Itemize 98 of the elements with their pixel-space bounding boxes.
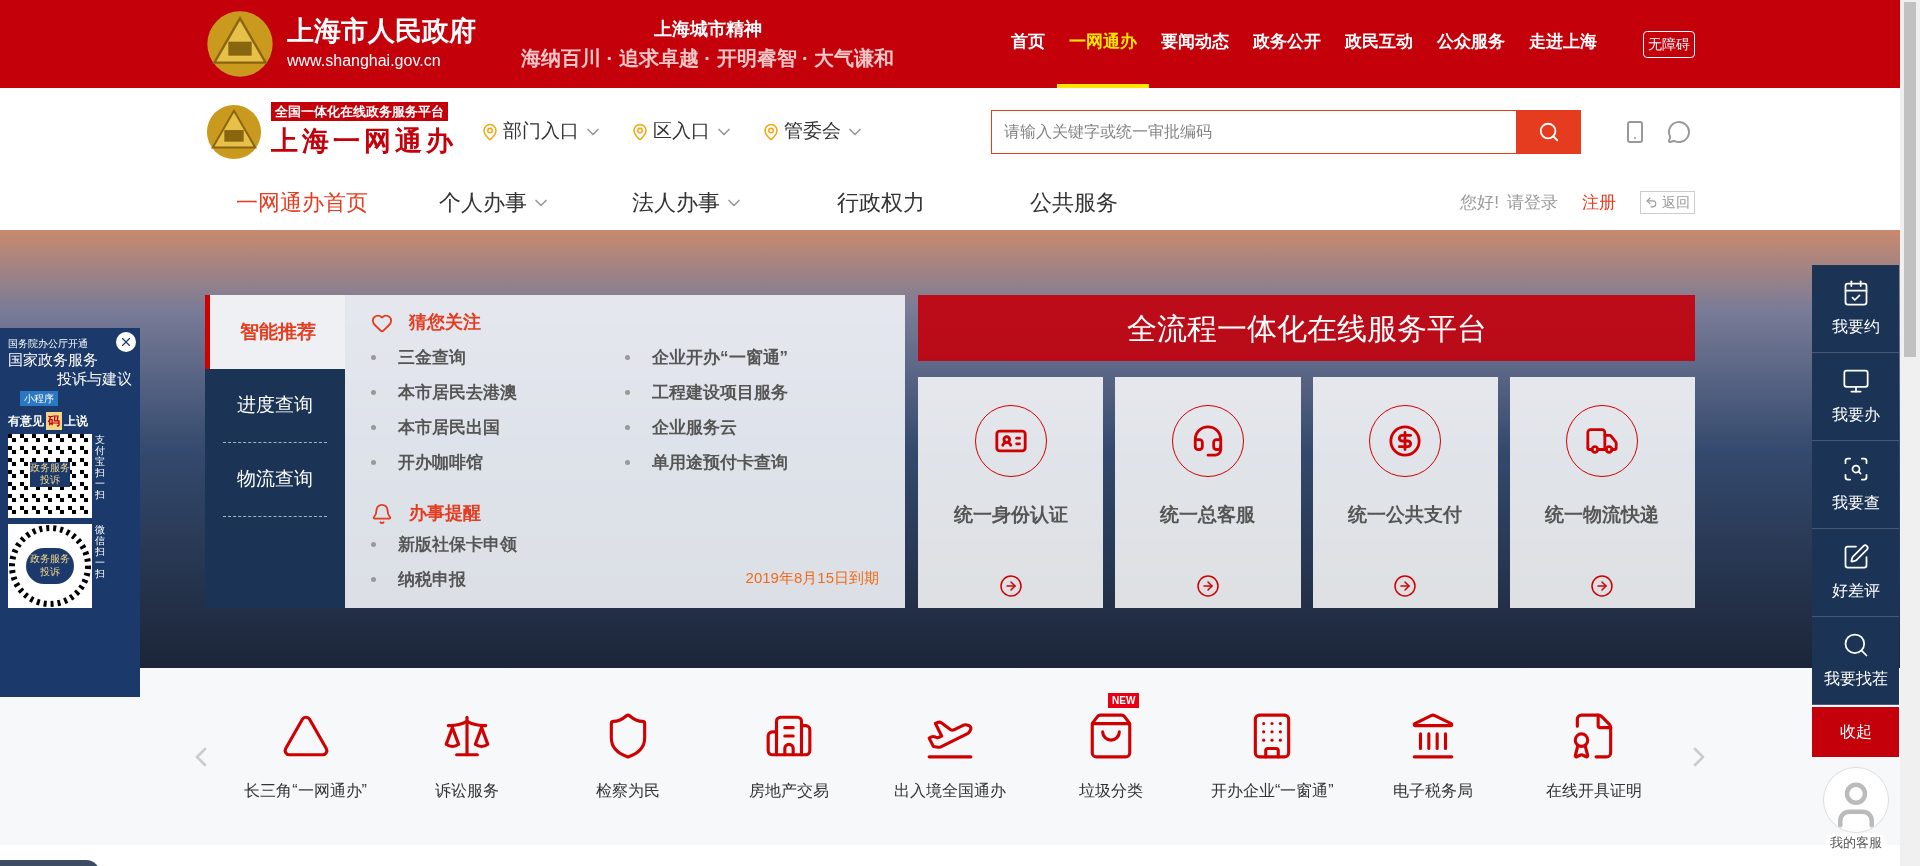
- accessibility-button[interactable]: 无障碍: [1643, 30, 1695, 58]
- entry-dropdown[interactable]: 部门入口: [481, 117, 603, 146]
- bullet-icon: [371, 355, 376, 360]
- scan-hint: 支付宝扫一扫: [95, 433, 105, 502]
- bullet-icon: [371, 425, 376, 430]
- ad-slogan-key: 码: [46, 411, 62, 430]
- location-pin-icon: [762, 122, 780, 141]
- top-nav-link[interactable]: 首页: [999, 0, 1057, 88]
- platform-badge: 全国一体化在线政务服务平台: [271, 101, 448, 121]
- recommend-link[interactable]: 企业服务云: [625, 410, 879, 445]
- ad-kicker: 国务院办公厅开通: [8, 337, 88, 351]
- arrow-right-icon: [998, 574, 1023, 598]
- top-nav-link[interactable]: 走进上海: [1517, 0, 1609, 88]
- top-nav-link[interactable]: 政民互动: [1333, 0, 1425, 88]
- ad-slogan: 有意见: [8, 412, 44, 430]
- expiry-date: 2019年8月15日到期: [745, 567, 879, 588]
- site-url: www.shanghai.gov.cn: [287, 50, 442, 71]
- service-shortcut[interactable]: 在线开具证明: [1513, 710, 1675, 803]
- main-nav-tab[interactable]: 一网通办首页: [205, 186, 398, 219]
- spirit-slogan: 海纳百川 · 追求卓越 · 开明睿智 · 大气谦和: [521, 45, 895, 71]
- recommend-link[interactable]: 单用途预付卡查询: [625, 445, 879, 480]
- bullet-icon: [625, 355, 630, 360]
- portal-title: 上海一网通办: [271, 125, 457, 158]
- main-nav-tab[interactable]: 公共服务: [977, 186, 1170, 219]
- dock-button[interactable]: 好差评: [1812, 529, 1899, 617]
- bullet-icon: [625, 425, 630, 430]
- chat-icon[interactable]: [1667, 119, 1691, 144]
- top-nav-link[interactable]: 政务公开: [1241, 0, 1333, 88]
- service-shortcut[interactable]: 电子税务局: [1352, 710, 1514, 803]
- service-shortcut[interactable]: 房地产交易: [708, 710, 870, 803]
- top-nav-link[interactable]: 要闻动态: [1149, 0, 1241, 88]
- bullet-icon: [625, 390, 630, 395]
- mini-program-tag: 小程序: [20, 390, 58, 406]
- platform-title-bar: 全流程一体化在线服务平台: [918, 295, 1695, 361]
- service-card[interactable]: 统一身份认证: [918, 377, 1104, 608]
- dock-button[interactable]: 我要约: [1812, 265, 1899, 353]
- dock-button[interactable]: 我要找茬: [1812, 617, 1899, 705]
- entry-dropdown[interactable]: 管委会: [762, 117, 865, 146]
- scrollbar[interactable]: [1900, 0, 1920, 866]
- collapse-button[interactable]: 收起: [1812, 707, 1899, 757]
- ad-title: 国家政务服务: [8, 351, 99, 370]
- bullet-icon: [625, 460, 630, 465]
- arrow-right-icon: [1195, 574, 1220, 598]
- service-card[interactable]: 统一公共支付: [1312, 377, 1498, 608]
- qr-logo: 政务服务 投诉: [30, 461, 70, 487]
- dock-button[interactable]: 我要查: [1812, 441, 1899, 529]
- scan-hint: 微信扫一扫: [95, 523, 105, 581]
- arrow-right-icon: [1393, 574, 1418, 598]
- reminder-link[interactable]: 新版社保卡申领: [371, 527, 517, 562]
- recommend-link[interactable]: 本市居民出国: [371, 410, 625, 445]
- bullet-icon: [371, 390, 376, 395]
- location-pin-icon: [481, 122, 499, 141]
- spirit-title: 上海城市精神: [653, 17, 762, 41]
- service-shortcut[interactable]: 长三角“一网通办”: [225, 710, 387, 803]
- side-tab[interactable]: 进度查询: [223, 369, 327, 443]
- emblem-logo-icon: [205, 102, 263, 161]
- section-title: 猜您关注: [409, 311, 481, 334]
- location-pin-icon: [631, 122, 649, 141]
- service-shortcut[interactable]: 开办企业“一窗通”: [1191, 710, 1353, 803]
- main-nav-tab[interactable]: 行政权力: [784, 186, 977, 219]
- top-nav-link[interactable]: 公众服务: [1425, 0, 1517, 88]
- service-shortcut[interactable]: 检察为民: [547, 710, 709, 803]
- service-card[interactable]: 统一物流快递: [1509, 377, 1695, 608]
- reminder-link[interactable]: 纳税申报: [371, 562, 517, 597]
- close-icon: [119, 335, 133, 349]
- side-tab[interactable]: 智能推荐: [205, 295, 345, 369]
- complaint-ad-panel[interactable]: 国务院办公厅开通 国家政务服务 投诉与建议 小程序 有意见 码 上说 政务服务 投诉 支付宝扫一扫 政务服务 投诉 微信扫一扫: [0, 328, 140, 697]
- recommend-link[interactable]: 开办咖啡馆: [371, 445, 625, 480]
- recommend-link[interactable]: 三金查询: [371, 340, 625, 375]
- service-shortcut[interactable]: 诉讼服务: [386, 710, 548, 803]
- service-card[interactable]: 统一总客服: [1115, 377, 1301, 608]
- greeting-text: 您好!: [1460, 191, 1499, 214]
- main-nav-tab[interactable]: 法人办事: [591, 186, 784, 219]
- search-button[interactable]: [1517, 109, 1581, 154]
- arrow-right-icon: [1590, 574, 1615, 598]
- search-field[interactable]: 请输入关键字或统一审批编码: [991, 109, 1517, 154]
- bell-icon: [371, 502, 393, 525]
- section-title: 办事提醒: [409, 502, 481, 525]
- back-arrow-icon: [1645, 196, 1658, 209]
- site-title: 上海市人民政府: [287, 15, 476, 49]
- bullet-icon: [371, 460, 376, 465]
- ad-slogan: 上说: [64, 412, 88, 430]
- new-badge: NEW: [1108, 692, 1140, 708]
- register-link[interactable]: 注册: [1582, 189, 1616, 216]
- emblem-logo-icon: [205, 9, 275, 79]
- recommend-link[interactable]: 企业开办“一窗通”: [625, 340, 879, 375]
- ad-title: 投诉与建议: [57, 369, 132, 389]
- entry-dropdown[interactable]: 区入口: [631, 117, 734, 146]
- recommend-link[interactable]: 工程建设项目服务: [625, 375, 879, 410]
- search-icon: [1538, 120, 1560, 143]
- main-nav-tab[interactable]: 个人办事: [398, 186, 591, 219]
- bullet-icon: [371, 577, 376, 582]
- bullet-icon: [371, 542, 376, 547]
- side-tab[interactable]: 物流查询: [223, 443, 327, 517]
- recommend-link[interactable]: 本市居民去港澳: [371, 375, 625, 410]
- close-button[interactable]: [116, 332, 136, 352]
- service-shortcut[interactable]: 出入境全国通办: [869, 710, 1031, 803]
- dock-button[interactable]: 我要办: [1812, 353, 1899, 441]
